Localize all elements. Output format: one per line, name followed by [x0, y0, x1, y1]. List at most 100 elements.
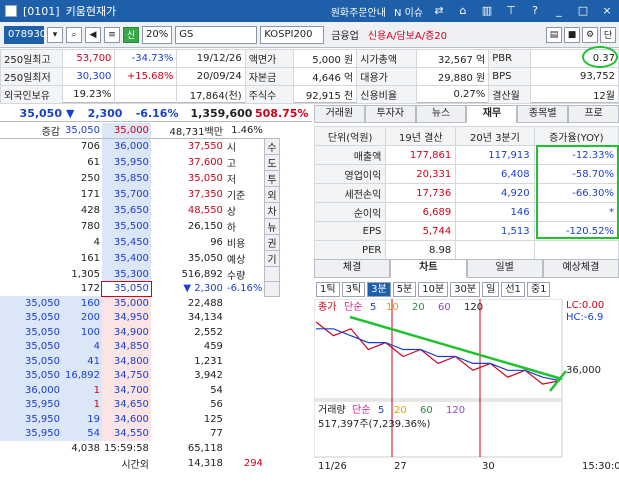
ask-row[interactable]: 706 36,000 37,550 시 수: [0, 138, 280, 155]
ask-info-value: 37,550: [187, 141, 223, 153]
bid-price[interactable]: 34,750: [102, 368, 151, 383]
tab-3[interactable]: 재무: [466, 105, 518, 123]
list-icon[interactable]: ≡: [104, 26, 120, 43]
side-tab[interactable]: 투: [264, 170, 280, 187]
chart-period-button[interactable]: 3분: [367, 281, 391, 297]
ask-price[interactable]: 35,450: [102, 234, 151, 251]
bid-price[interactable]: 34,600: [102, 412, 151, 427]
chart-period-button[interactable]: 10분: [418, 281, 449, 297]
ask-row[interactable]: 1,305 35,300 516,892 수량: [0, 266, 280, 282]
chart-period-button[interactable]: 30분: [450, 281, 481, 297]
ask-price[interactable]: 35,700: [102, 186, 151, 203]
bid-price[interactable]: 34,900: [102, 325, 151, 340]
side-tab[interactable]: 외: [264, 186, 280, 203]
info-cell: 29,880 원: [416, 67, 490, 86]
lock-icon[interactable]: ⌂: [455, 3, 471, 19]
bid-row[interactable]: 35,950 1 34,650 56: [0, 397, 279, 412]
minimize-icon[interactable]: _: [551, 3, 567, 19]
ask-qty: 172: [80, 283, 100, 295]
bid-price[interactable]: 35,000: [102, 296, 151, 311]
close-icon[interactable]: ×: [599, 3, 615, 19]
ask-row[interactable]: 172 35,050 ▼ 2,300 -6.16%: [0, 280, 280, 297]
ask-row[interactable]: 161 35,400 35,050 예상 기: [0, 250, 280, 267]
ask-row[interactable]: 61 35,950 37,600 고 도: [0, 154, 280, 171]
chart-tab-0[interactable]: 체결: [314, 259, 391, 278]
link-issue[interactable]: N 이슈: [394, 4, 423, 19]
chart-period-button[interactable]: 1틱: [316, 281, 340, 297]
maximize-icon[interactable]: □: [575, 3, 591, 19]
sector-label: 금융업: [331, 31, 359, 42]
bid-price[interactable]: 34,800: [102, 354, 151, 369]
ask-price[interactable]: 35,500: [102, 218, 151, 235]
ask-price[interactable]: 35,400: [102, 250, 151, 267]
link-order-guide[interactable]: 원화주문안내: [331, 4, 386, 19]
search-icon[interactable]: ⌕: [66, 26, 82, 43]
bid-row[interactable]: 35,050 41 34,800 1,231: [0, 354, 279, 369]
bid-row[interactable]: 35,050 16,892 34,750 3,942: [0, 368, 279, 384]
bid-price[interactable]: 34,650: [102, 397, 151, 412]
bid-row[interactable]: 35,050 4 34,850 459: [0, 339, 279, 354]
ask-row[interactable]: 250 35,850 35,050 저 투: [0, 170, 280, 187]
ask-price[interactable]: 35,300: [102, 266, 151, 282]
gear-icon[interactable]: ⚙: [582, 26, 598, 43]
bid-row[interactable]: 35,050 160 35,000 22,488: [0, 296, 279, 311]
side-tab[interactable]: 권: [264, 234, 280, 251]
dropdown-icon[interactable]: ▾: [47, 26, 63, 43]
side-tab[interactable]: 뉴: [264, 218, 280, 235]
bid-price[interactable]: 34,550: [102, 426, 151, 441]
pin-icon[interactable]: ⊤: [503, 3, 519, 19]
side-tab[interactable]: 수: [264, 138, 280, 155]
chart-period-button[interactable]: 일: [482, 281, 500, 297]
side-tab[interactable]: 차: [264, 202, 280, 219]
tab-4[interactable]: 종목별: [517, 105, 569, 123]
volume-rate: 508.75%: [254, 106, 309, 120]
tab-1[interactable]: 투자자: [364, 105, 416, 123]
ask-row[interactable]: 780 35,500 26,150 하 뉴: [0, 218, 280, 235]
chart-period-button[interactable]: 선1: [501, 281, 525, 297]
side-tab[interactable]: [264, 266, 280, 282]
bid-qty: 77: [210, 428, 223, 440]
color-icon[interactable]: ■: [564, 26, 580, 43]
bid-row[interactable]: 35,050 200 34,950 34,134: [0, 310, 279, 325]
help-icon[interactable]: ?: [527, 3, 543, 19]
link-icon[interactable]: ⇄: [431, 3, 447, 19]
bid-row[interactable]: 36,000 1 34,700 54: [0, 383, 279, 398]
chart-period-button[interactable]: 3틱: [341, 281, 366, 297]
single-button[interactable]: 단: [600, 26, 616, 43]
ask-row[interactable]: 4 35,450 96 비용 권: [0, 234, 280, 251]
fin-cell: 20,331: [385, 164, 457, 184]
tab-0[interactable]: 거래원: [314, 105, 365, 123]
ask-price[interactable]: 35,950: [102, 154, 151, 171]
ask-row[interactable]: 171 35,700 37,350 기준 외: [0, 186, 280, 203]
bid-empty: [225, 412, 265, 427]
ask-price[interactable]: 36,000: [102, 138, 151, 155]
chart-tab-2[interactable]: 일별: [466, 259, 543, 278]
bid-row[interactable]: 35,050 100 34,900 2,552: [0, 325, 279, 340]
bid-price[interactable]: 34,850: [102, 339, 151, 354]
ask-qty: 780: [80, 221, 100, 232]
side-tab[interactable]: 도: [264, 154, 280, 171]
speaker-icon[interactable]: ◀: [85, 26, 101, 43]
tab-5[interactable]: 프로: [568, 105, 619, 123]
side-tab[interactable]: [264, 281, 280, 297]
info-cell: 92,915 천: [293, 85, 358, 104]
chart-tab-1[interactable]: 차트: [390, 259, 467, 278]
bid-price[interactable]: 34,700: [102, 383, 151, 398]
tab-2[interactable]: 뉴스: [415, 105, 467, 123]
chart-icon[interactable]: ▥: [479, 3, 495, 19]
chart-period-button[interactable]: 중1: [526, 281, 551, 297]
bid-empty: [225, 369, 265, 384]
side-tab[interactable]: 기: [264, 250, 280, 267]
ask-price[interactable]: 35,050: [101, 280, 152, 297]
chart-tab-3[interactable]: 예상체결: [542, 259, 619, 278]
bid-price[interactable]: 34,950: [102, 310, 151, 325]
bid-row[interactable]: 35,950 54 34,550 77: [0, 426, 279, 441]
stock-code-input[interactable]: 078930: [4, 25, 46, 44]
bid-row[interactable]: 35,950 19 34,600 125: [0, 412, 279, 427]
ask-row[interactable]: 428 35,650 48,550 상 차: [0, 202, 280, 219]
chart-period-button[interactable]: 5분: [392, 281, 417, 297]
ask-price[interactable]: 35,650: [102, 202, 151, 219]
price-legend-label: 120: [464, 302, 483, 313]
ask-price[interactable]: 35,850: [102, 170, 151, 187]
layout-icon[interactable]: ▤: [546, 26, 562, 43]
